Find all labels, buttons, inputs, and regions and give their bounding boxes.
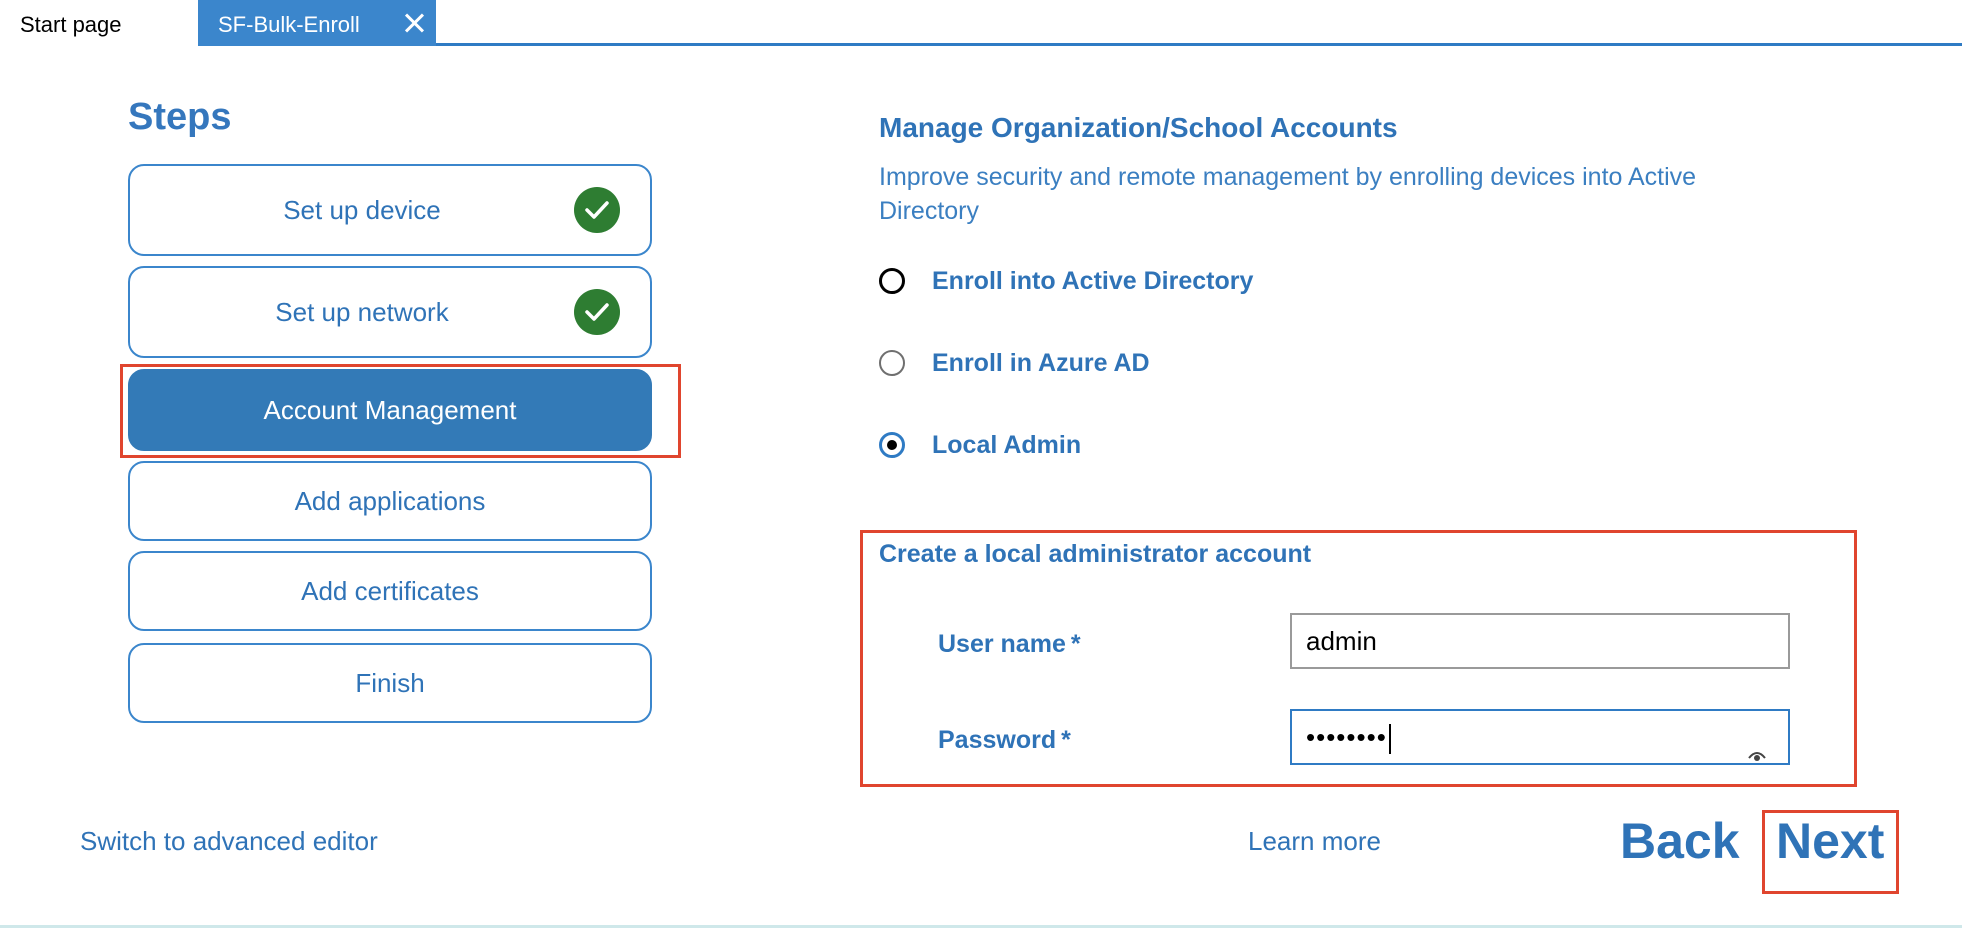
step-add-certificates[interactable]: Add certificates [128, 551, 652, 631]
required-mark: * [1070, 630, 1081, 658]
option-label: Enroll in Azure AD [932, 348, 1150, 377]
option-enroll-active-directory[interactable]: Enroll into Active Directory [879, 264, 1253, 298]
check-circle-icon [574, 289, 620, 335]
tab-start-page[interactable]: Start page [0, 0, 198, 46]
option-local-admin[interactable]: Local Admin [879, 428, 1081, 462]
password-label-text: Password [938, 726, 1057, 754]
eye-icon[interactable] [1748, 729, 1766, 761]
username-input[interactable]: admin [1290, 613, 1790, 669]
step-label: Finish [355, 668, 425, 698]
password-label: Password * [938, 726, 1071, 755]
step-set-up-device[interactable]: Set up device [128, 164, 652, 256]
tab-sf-bulk-enroll[interactable]: SF-Bulk-Enroll [198, 0, 436, 46]
step-label: Set up network [275, 297, 449, 327]
option-label: Enroll into Active Directory [932, 266, 1254, 295]
next-button[interactable]: Next [1776, 812, 1884, 870]
radio-button[interactable] [879, 350, 905, 376]
option-enroll-azure-ad[interactable]: Enroll in Azure AD [879, 346, 1150, 380]
tab-start-page-label: Start page [20, 12, 122, 37]
radio-button[interactable] [879, 268, 905, 294]
required-mark: * [1061, 726, 1071, 754]
check-circle-icon [574, 187, 620, 233]
steps-title: Steps [128, 96, 232, 138]
local-admin-title: Create a local administrator account [879, 540, 1312, 568]
password-input[interactable]: •••••••• [1290, 709, 1790, 765]
step-label: Account Management [263, 395, 517, 425]
learn-more-link[interactable]: Learn more [1248, 826, 1381, 857]
switch-to-advanced-editor-link[interactable]: Switch to advanced editor [80, 826, 378, 857]
step-label: Add certificates [301, 576, 479, 606]
step-label: Set up device [283, 195, 441, 225]
step-add-applications[interactable]: Add applications [128, 461, 652, 541]
option-label: Local Admin [932, 430, 1082, 459]
username-label: User name * [938, 630, 1081, 659]
radio-button-selected[interactable] [879, 432, 905, 458]
section-title: Manage Organization/School Accounts [879, 112, 1398, 143]
step-account-management[interactable]: Account Management [128, 369, 652, 451]
close-icon[interactable] [402, 11, 426, 35]
tab-sf-bulk-enroll-label: SF-Bulk-Enroll [218, 12, 360, 37]
back-button[interactable]: Back [1620, 812, 1740, 870]
step-finish[interactable]: Finish [128, 643, 652, 723]
text-caret [1388, 724, 1391, 755]
username-label-text: User name [938, 630, 1066, 658]
step-label: Add applications [294, 486, 486, 516]
tab-bar: Start page SF-Bulk-Enroll [0, 0, 1962, 46]
step-set-up-network[interactable]: Set up network [128, 266, 652, 358]
password-value: •••••••• [1306, 722, 1387, 752]
username-value: admin [1306, 626, 1377, 656]
section-description: Improve security and remote management b… [879, 163, 1697, 225]
